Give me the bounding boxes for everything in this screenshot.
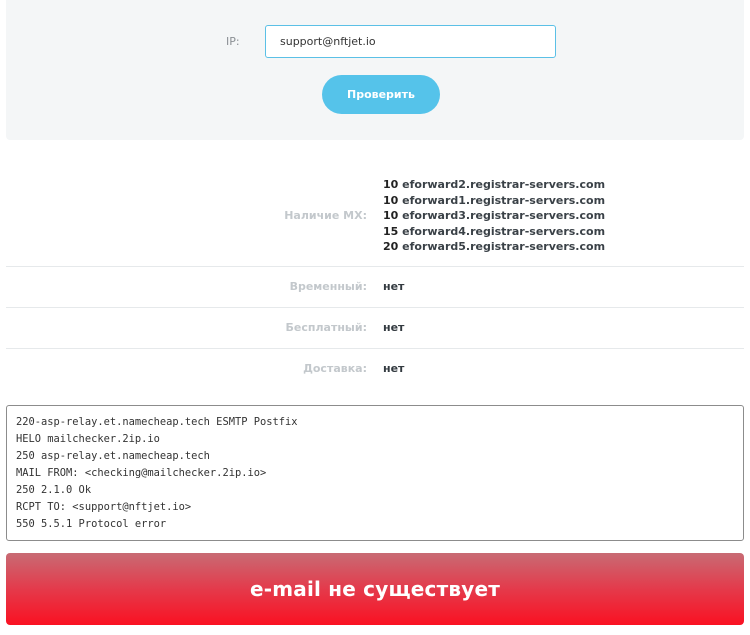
mx-records: 10 eforward2.registrar-servers.com 10 ef…: [383, 177, 605, 255]
temporary-value: нет: [383, 280, 405, 293]
log-line: MAIL FROM: <checking@mailchecker.2ip.io>: [16, 467, 267, 479]
log-line: 550 5.5.1 Protocol error: [16, 518, 167, 530]
check-form: IP: Проверить: [6, 0, 744, 140]
log-line: 250 2.1.0 Ok: [16, 484, 92, 496]
mx-host: eforward2.registrar-servers.com: [402, 178, 606, 191]
mx-record: 20 eforward5.registrar-servers.com: [383, 239, 605, 255]
mx-priority: 15: [383, 224, 399, 238]
delivery-label: Доставка:: [303, 362, 367, 375]
mx-row: Наличие MX: 10 eforward2.registrar-serve…: [6, 166, 744, 267]
log-line: 220-asp-relay.et.namecheap.tech ESMTP Po…: [16, 416, 298, 428]
mx-record: 10 eforward1.registrar-servers.com: [383, 193, 605, 209]
log-line: 250 asp-relay.et.namecheap.tech: [16, 450, 210, 462]
verdict-text: e-mail не существует: [249, 577, 501, 601]
verdict-banner: e-mail не существует: [6, 553, 744, 625]
mx-priority: 10: [383, 209, 399, 222]
delivery-row: Доставка: нет: [6, 349, 744, 389]
mx-host: eforward4.registrar-servers.com: [402, 224, 606, 238]
log-line: HELO mailchecker.2ip.io: [16, 433, 160, 445]
mx-record: 10 eforward2.registrar-servers.com: [383, 177, 605, 193]
mx-priority: 10: [383, 193, 399, 207]
mx-host: eforward1.registrar-servers.com: [402, 193, 606, 207]
ip-input[interactable]: [265, 25, 556, 58]
delivery-value: нет: [383, 362, 405, 375]
temporary-label: Временный:: [289, 280, 367, 293]
temporary-row: Временный: нет: [6, 267, 744, 308]
mx-record: 15 eforward4.registrar-servers.com: [383, 224, 605, 240]
free-row: Бесплатный: нет: [6, 308, 744, 349]
log-line: RCPT TO: <support@nftjet.io>: [16, 501, 192, 513]
ip-label: IP:: [226, 35, 240, 48]
mx-host: eforward3.registrar-servers.com: [402, 209, 606, 222]
mx-label: Наличие MX:: [284, 209, 367, 222]
free-label: Бесплатный:: [285, 321, 367, 334]
mx-host: eforward5.registrar-servers.com: [402, 240, 606, 253]
mx-record: 10 eforward3.registrar-servers.com: [383, 208, 605, 224]
check-button[interactable]: Проверить: [322, 75, 440, 114]
mx-priority: 20: [383, 240, 399, 253]
result-table: Наличие MX: 10 eforward2.registrar-serve…: [6, 166, 744, 389]
free-value: нет: [383, 321, 405, 334]
smtp-log[interactable]: 220-asp-relay.et.namecheap.tech ESMTP Po…: [6, 405, 744, 541]
mx-priority: 10: [383, 178, 399, 191]
